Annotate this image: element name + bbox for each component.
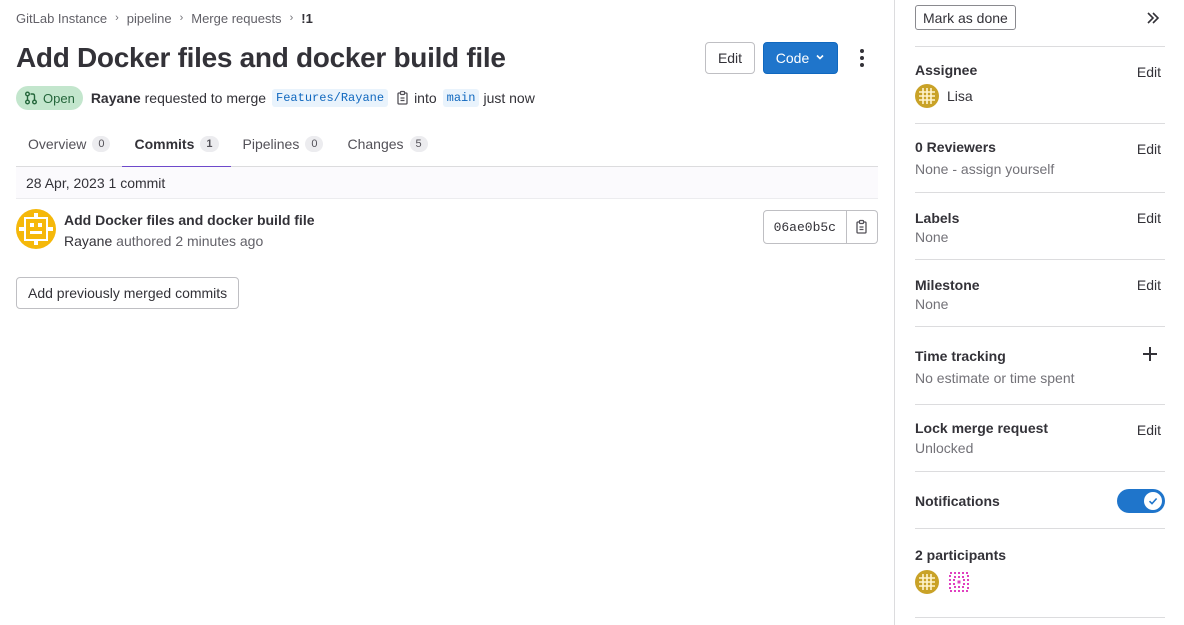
breadcrumb-separator-icon: › bbox=[289, 12, 294, 24]
reviewers-value[interactable]: None - assign yourself bbox=[915, 161, 1054, 177]
reviewers-heading: 0 Reviewers bbox=[915, 139, 996, 155]
status-badge-label: Open bbox=[43, 90, 75, 106]
lock-heading: Lock merge request bbox=[915, 420, 1049, 436]
copy-icon[interactable] bbox=[396, 90, 410, 106]
copy-sha-button[interactable] bbox=[847, 210, 878, 244]
breadcrumb-separator-icon: › bbox=[179, 12, 184, 24]
merge-request-icon bbox=[25, 91, 37, 105]
requested-text: requested to merge bbox=[144, 90, 267, 106]
participants-section: 2 participants bbox=[915, 528, 1165, 618]
assignee-edit-link[interactable]: Edit bbox=[1137, 64, 1161, 80]
commit-sha-group: 06ae0b5c bbox=[762, 210, 878, 244]
tab-label: Commits bbox=[134, 136, 195, 152]
breadcrumb-item-instance[interactable]: GitLab Instance bbox=[16, 11, 107, 26]
lock-section: Lock merge request Edit Unlocked bbox=[915, 404, 1165, 472]
lock-edit-link[interactable]: Edit bbox=[1137, 422, 1161, 438]
avatar[interactable] bbox=[16, 209, 56, 249]
breadcrumb-item-current[interactable]: !1 bbox=[301, 11, 313, 26]
assignee-name: Lisa bbox=[947, 88, 973, 104]
code-button-label: Code bbox=[775, 50, 810, 66]
time-tracking-value: No estimate or time spent bbox=[915, 370, 1075, 386]
lock-value: Unlocked bbox=[915, 440, 974, 456]
milestone-heading: Milestone bbox=[915, 277, 980, 293]
source-branch[interactable]: Features/Rayane bbox=[272, 89, 389, 107]
target-branch[interactable]: main bbox=[442, 89, 480, 107]
tab-commits[interactable]: Commits 1 bbox=[122, 121, 231, 168]
time-tracking-heading: Time tracking bbox=[915, 348, 1006, 364]
commit-sha[interactable]: 06ae0b5c bbox=[762, 210, 847, 244]
tab-count-badge: 0 bbox=[92, 136, 111, 152]
time-tracking-section: Time tracking No estimate or time spent bbox=[915, 326, 1165, 405]
tab-pipelines[interactable]: Pipelines 0 bbox=[231, 121, 336, 167]
labels-heading: Labels bbox=[915, 210, 960, 226]
tab-count-badge: 0 bbox=[305, 136, 324, 152]
plus-icon[interactable] bbox=[1143, 347, 1157, 361]
chevron-down-icon bbox=[815, 52, 825, 65]
assignee-heading: Assignee bbox=[915, 62, 978, 78]
milestone-value: None bbox=[915, 296, 949, 312]
milestone-edit-link[interactable]: Edit bbox=[1137, 277, 1161, 293]
into-text: into bbox=[414, 90, 437, 106]
labels-section: Labels Edit None bbox=[915, 192, 1165, 260]
page-title: Add Docker files and docker build file bbox=[16, 42, 506, 73]
labels-edit-link[interactable]: Edit bbox=[1137, 210, 1161, 226]
commit-date-header: 28 Apr, 2023 1 commit bbox=[16, 167, 878, 199]
notifications-toggle[interactable] bbox=[1117, 489, 1165, 513]
main-content: GitLab Instance › pipeline › Merge reque… bbox=[0, 0, 894, 625]
mark-as-done-button[interactable]: Mark as done bbox=[915, 5, 1016, 30]
breadcrumb-separator-icon: › bbox=[115, 12, 119, 24]
reviewers-edit-link[interactable]: Edit bbox=[1137, 141, 1161, 157]
reviewers-section: 0 Reviewers Edit None - assign yourself bbox=[915, 123, 1165, 193]
tab-count-badge: 1 bbox=[200, 136, 219, 152]
notifications-section: Notifications bbox=[915, 471, 1165, 529]
mr-author[interactable]: Rayane bbox=[91, 90, 141, 106]
commit-author[interactable]: Rayane bbox=[64, 233, 112, 249]
add-previously-merged-commits-button[interactable]: Add previously merged commits bbox=[16, 277, 240, 309]
labels-value: None bbox=[915, 229, 949, 245]
right-sidebar: Mark as done Assignee Edit Lisa 0 Review… bbox=[894, 0, 1184, 625]
kebab-icon[interactable] bbox=[852, 48, 872, 68]
mr-status-line: Open Rayane requested to merge Features/… bbox=[16, 86, 535, 110]
mr-time: just now bbox=[483, 90, 535, 106]
assignee-item[interactable]: Lisa bbox=[915, 84, 973, 108]
check-icon bbox=[1144, 492, 1162, 510]
commit-meta: Rayane authored 2 minutes ago bbox=[64, 233, 263, 249]
tab-count-badge: 5 bbox=[409, 136, 428, 152]
mr-tabs: Overview 0 Commits 1 Pipelines 0 Changes… bbox=[16, 121, 878, 168]
assignee-section: Assignee Edit Lisa bbox=[915, 46, 1165, 124]
tab-label: Overview bbox=[28, 136, 87, 152]
milestone-section: Milestone Edit None bbox=[915, 259, 1165, 327]
tab-changes[interactable]: Changes 5 bbox=[335, 121, 439, 167]
breadcrumb-item-merge-requests[interactable]: Merge requests bbox=[191, 11, 281, 26]
notifications-heading: Notifications bbox=[915, 493, 1000, 509]
participants-list bbox=[915, 570, 979, 594]
copy-icon bbox=[856, 219, 867, 234]
code-dropdown-button[interactable]: Code bbox=[763, 42, 838, 74]
edit-button[interactable]: Edit bbox=[705, 42, 755, 74]
commit-title[interactable]: Add Docker files and docker build file bbox=[64, 212, 315, 228]
collapse-double-chevron-icon[interactable] bbox=[1145, 10, 1161, 26]
participants-heading: 2 participants bbox=[915, 547, 1007, 563]
avatar bbox=[915, 84, 939, 108]
avatar[interactable] bbox=[947, 570, 971, 594]
breadcrumb-item-project[interactable]: pipeline bbox=[127, 11, 172, 26]
avatar[interactable] bbox=[915, 570, 939, 594]
tab-label: Changes bbox=[347, 136, 404, 152]
status-badge: Open bbox=[16, 86, 83, 110]
tab-overview[interactable]: Overview 0 bbox=[16, 121, 122, 167]
tab-label: Pipelines bbox=[242, 136, 300, 152]
commit-row: Add Docker files and docker build file R… bbox=[16, 208, 878, 252]
breadcrumb: GitLab Instance › pipeline › Merge reque… bbox=[16, 10, 313, 26]
commit-authored-text: authored 2 minutes ago bbox=[116, 233, 264, 249]
